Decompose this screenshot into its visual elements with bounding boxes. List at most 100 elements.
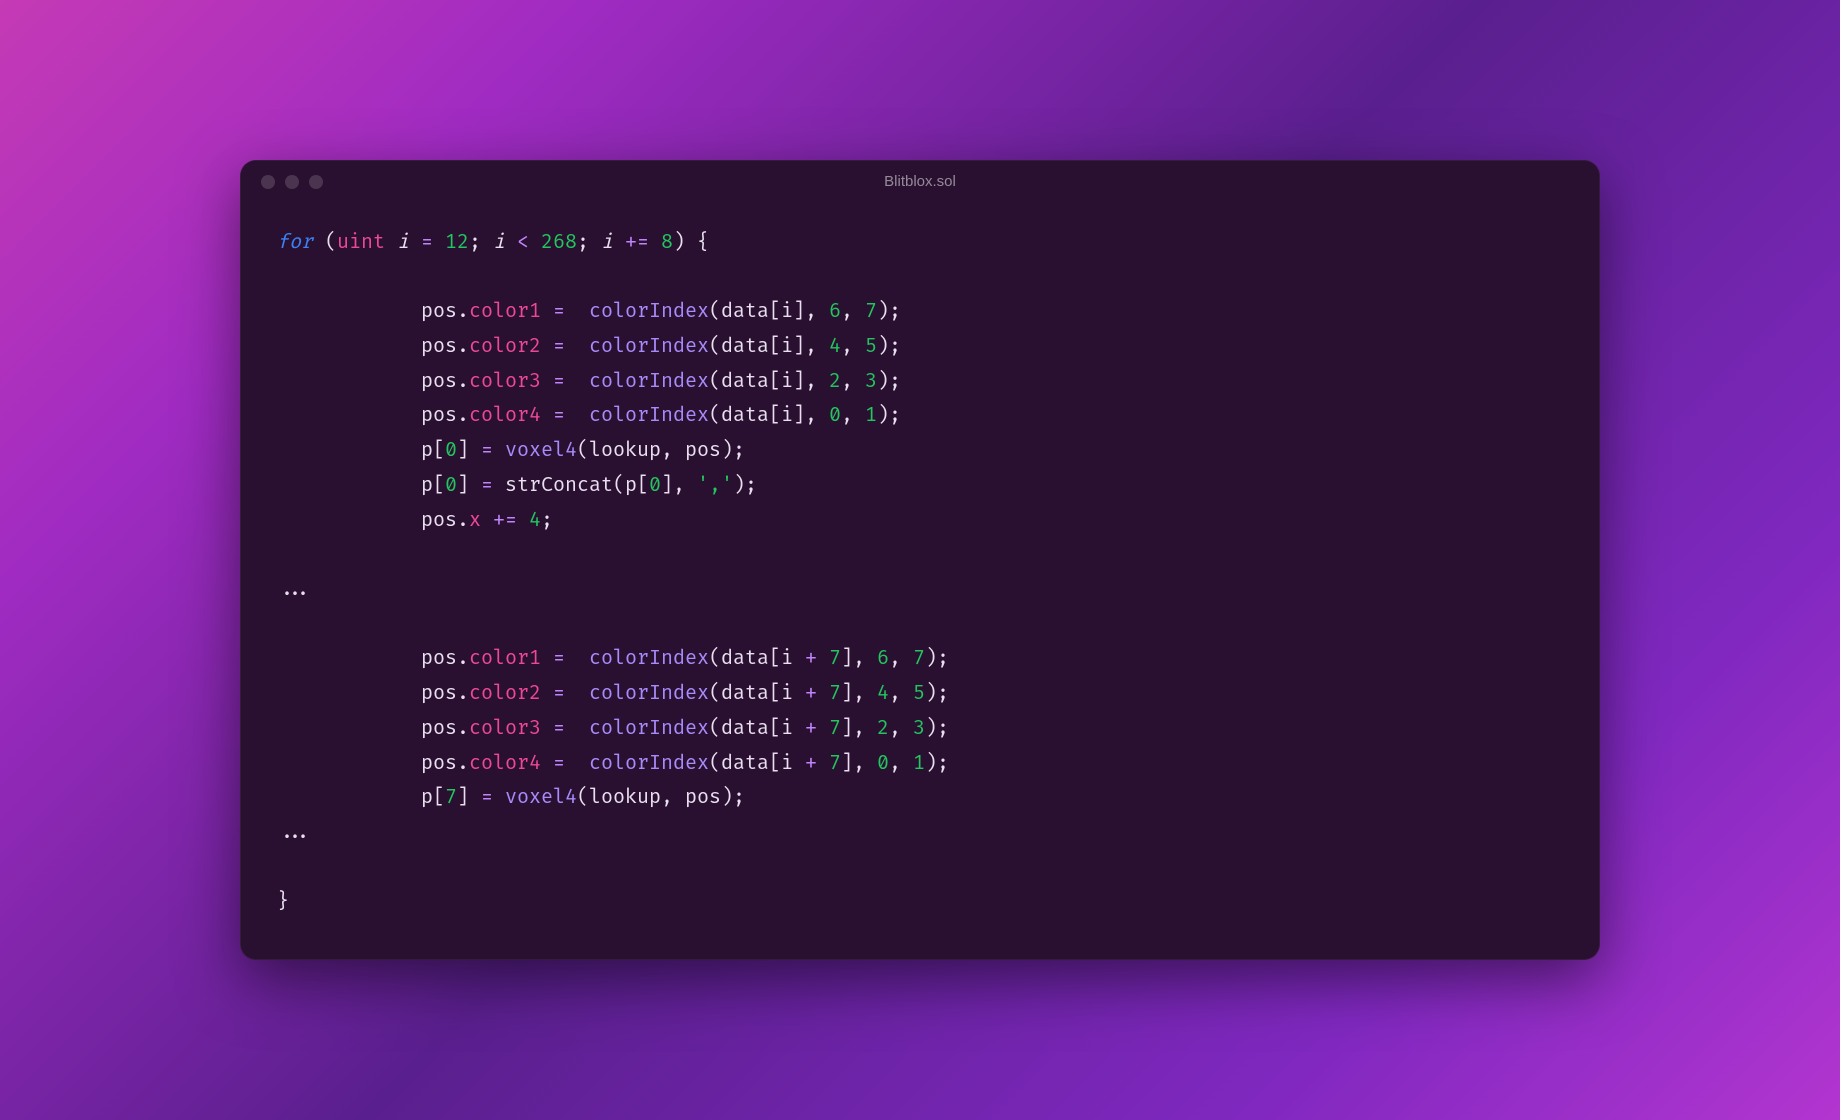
op-eq: = xyxy=(481,438,493,462)
op-eq: = xyxy=(553,299,565,323)
num-5: 5 xyxy=(913,681,925,705)
paren: ) xyxy=(925,646,937,670)
bracket: ] xyxy=(457,473,469,497)
bracket: [ xyxy=(433,473,445,497)
member-color1: color1 xyxy=(469,646,541,670)
op-plus: + xyxy=(805,716,817,740)
paren: ) xyxy=(721,785,733,809)
paren: ) xyxy=(877,334,889,358)
comma: , xyxy=(805,403,817,427)
var-data: data xyxy=(721,681,769,705)
num-2: 2 xyxy=(829,369,841,393)
comma: , xyxy=(841,403,853,427)
ellipsis: ... xyxy=(277,820,313,844)
titlebar: Blitblox.sol xyxy=(241,161,1599,195)
var-data: data xyxy=(721,751,769,775)
num-4: 4 xyxy=(529,508,541,532)
func-colorIndex: colorIndex xyxy=(589,681,709,705)
expr-i-plus-7: i xyxy=(781,646,805,670)
bracket: ] xyxy=(457,438,469,462)
num-7: 7 xyxy=(865,299,877,323)
var-i: i xyxy=(781,299,793,323)
func-colorIndex: colorIndex xyxy=(589,403,709,427)
dot: . xyxy=(457,334,469,358)
paren: ) xyxy=(733,473,745,497)
close-icon[interactable] xyxy=(261,175,275,189)
op-eq: = xyxy=(421,230,433,254)
func-colorIndex: colorIndex xyxy=(589,369,709,393)
var-pos: pos xyxy=(421,334,457,358)
num-6: 6 xyxy=(877,646,889,670)
window-controls xyxy=(261,175,323,189)
paren: ) xyxy=(877,403,889,427)
code-view: for (uint i = 12; i < 268; i += 8) { pos… xyxy=(241,195,1599,959)
op-eq: = xyxy=(553,334,565,358)
paren: ( xyxy=(709,299,721,323)
num-0: 0 xyxy=(877,751,889,775)
num-5: 5 xyxy=(865,334,877,358)
paren: ( xyxy=(577,438,589,462)
paren: ) xyxy=(925,716,937,740)
comma: , xyxy=(853,646,865,670)
bracket: [ xyxy=(637,473,649,497)
member-color2: color2 xyxy=(469,334,541,358)
comma: , xyxy=(889,646,901,670)
paren: ) xyxy=(721,438,733,462)
dot: . xyxy=(457,508,469,532)
string-comma: ',' xyxy=(697,473,733,497)
comma: , xyxy=(889,716,901,740)
semi: ; xyxy=(541,508,553,532)
dot: . xyxy=(457,403,469,427)
op-pluseq: += xyxy=(625,230,649,254)
bracket: ] xyxy=(793,403,805,427)
paren: ) xyxy=(877,299,889,323)
bracket: [ xyxy=(769,681,781,705)
var-i: i xyxy=(601,230,613,254)
dot: . xyxy=(457,681,469,705)
var-lookup: lookup xyxy=(589,785,661,809)
bracket: ] xyxy=(841,716,853,740)
num-0: 0 xyxy=(829,403,841,427)
paren: ( xyxy=(613,473,625,497)
var-pos: pos xyxy=(421,508,457,532)
bracket: ] xyxy=(793,334,805,358)
num-0: 0 xyxy=(649,473,661,497)
expr-i-plus-7: i xyxy=(781,681,805,705)
bracket: ] xyxy=(793,299,805,323)
func-colorIndex: colorIndex xyxy=(589,646,709,670)
var-pos: pos xyxy=(421,681,457,705)
paren: ) xyxy=(877,369,889,393)
brace: { xyxy=(697,230,709,254)
member-color2: color2 xyxy=(469,681,541,705)
comma: , xyxy=(853,681,865,705)
paren: ( xyxy=(709,681,721,705)
var-pos: pos xyxy=(685,785,721,809)
member-color4: color4 xyxy=(469,751,541,775)
var-pos: pos xyxy=(421,369,457,393)
comma: , xyxy=(889,681,901,705)
comma: , xyxy=(661,438,673,462)
window-title: Blitblox.sol xyxy=(884,173,956,190)
num-4: 4 xyxy=(877,681,889,705)
semi: ; xyxy=(937,646,949,670)
op-plus: + xyxy=(805,751,817,775)
var-p: p xyxy=(421,438,433,462)
func-colorIndex: colorIndex xyxy=(589,334,709,358)
num-4: 4 xyxy=(829,334,841,358)
comma: , xyxy=(841,334,853,358)
num-7: 7 xyxy=(829,751,841,775)
num-7: 7 xyxy=(913,646,925,670)
bracket: ] xyxy=(841,646,853,670)
maximize-icon[interactable] xyxy=(309,175,323,189)
func-voxel4: voxel4 xyxy=(505,785,577,809)
dot: . xyxy=(457,299,469,323)
num-0: 0 xyxy=(445,438,457,462)
semi: ; xyxy=(733,438,745,462)
num-7: 7 xyxy=(445,785,457,809)
member-x: x xyxy=(469,508,481,532)
minimize-icon[interactable] xyxy=(285,175,299,189)
bracket: [ xyxy=(769,646,781,670)
op-eq: = xyxy=(553,681,565,705)
paren: ( xyxy=(709,334,721,358)
paren: ( xyxy=(709,369,721,393)
